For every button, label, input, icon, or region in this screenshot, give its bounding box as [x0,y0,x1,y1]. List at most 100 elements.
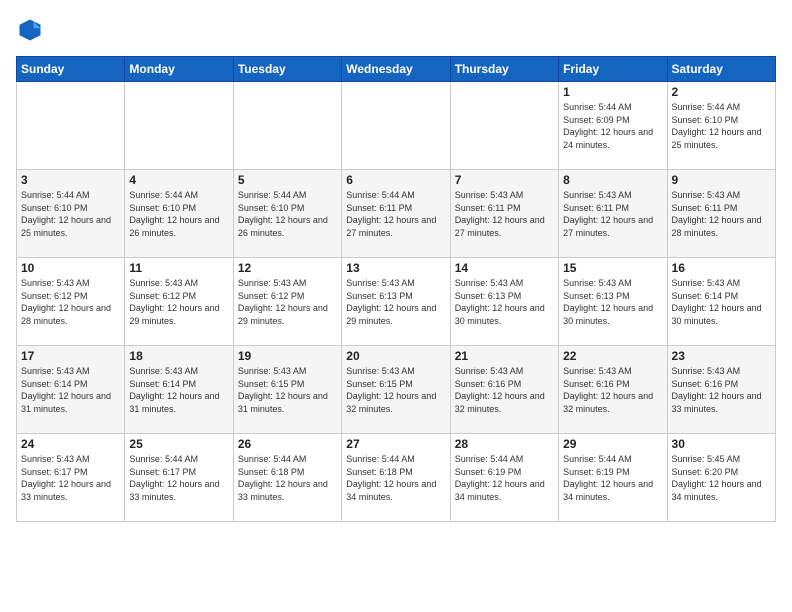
day-info: Sunrise: 5:43 AM Sunset: 6:15 PM Dayligh… [346,365,445,415]
calendar-cell [233,82,341,170]
calendar-cell: 26 Sunrise: 5:44 AM Sunset: 6:18 PM Dayli… [233,434,341,522]
day-header-wednesday: Wednesday [342,57,450,82]
calendar-cell: 23 Sunrise: 5:43 AM Sunset: 6:16 PM Dayli… [667,346,775,434]
day-number: 15 [563,261,662,275]
calendar-cell: 28 Sunrise: 5:44 AM Sunset: 6:19 PM Dayli… [450,434,558,522]
calendar-cell: 5 Sunrise: 5:44 AM Sunset: 6:10 PM Daylig… [233,170,341,258]
calendar-cell [125,82,233,170]
day-number: 1 [563,85,662,99]
calendar-header-row: SundayMondayTuesdayWednesdayThursdayFrid… [17,57,776,82]
day-info: Sunrise: 5:44 AM Sunset: 6:18 PM Dayligh… [346,453,445,503]
day-number: 4 [129,173,228,187]
day-info: Sunrise: 5:43 AM Sunset: 6:16 PM Dayligh… [455,365,554,415]
day-number: 22 [563,349,662,363]
calendar-week-5: 24 Sunrise: 5:43 AM Sunset: 6:17 PM Dayli… [17,434,776,522]
day-number: 20 [346,349,445,363]
day-number: 23 [672,349,771,363]
day-header-tuesday: Tuesday [233,57,341,82]
day-number: 8 [563,173,662,187]
day-header-friday: Friday [559,57,667,82]
calendar-cell: 11 Sunrise: 5:43 AM Sunset: 6:12 PM Dayli… [125,258,233,346]
calendar-cell [342,82,450,170]
calendar-cell: 30Sunrise: 5:45 AM Sunset: 6:20 PM Dayli… [667,434,775,522]
day-info: Sunrise: 5:44 AM Sunset: 6:10 PM Dayligh… [672,101,771,151]
day-number: 11 [129,261,228,275]
day-info: Sunrise: 5:43 AM Sunset: 6:13 PM Dayligh… [563,277,662,327]
day-number: 9 [672,173,771,187]
day-info: Sunrise: 5:44 AM Sunset: 6:19 PM Dayligh… [455,453,554,503]
day-info: Sunrise: 5:43 AM Sunset: 6:13 PM Dayligh… [455,277,554,327]
day-info: Sunrise: 5:44 AM Sunset: 6:19 PM Dayligh… [563,453,662,503]
day-number: 13 [346,261,445,275]
day-number: 30 [672,437,771,451]
calendar-table: SundayMondayTuesdayWednesdayThursdayFrid… [16,56,776,522]
day-number: 2 [672,85,771,99]
calendar-body: 1 Sunrise: 5:44 AM Sunset: 6:09 PM Daylig… [17,82,776,522]
day-info: Sunrise: 5:44 AM Sunset: 6:09 PM Dayligh… [563,101,662,151]
day-info: Sunrise: 5:43 AM Sunset: 6:17 PM Dayligh… [21,453,120,503]
day-number: 21 [455,349,554,363]
calendar-cell: 13 Sunrise: 5:43 AM Sunset: 6:13 PM Dayli… [342,258,450,346]
day-number: 26 [238,437,337,451]
calendar-cell: 24 Sunrise: 5:43 AM Sunset: 6:17 PM Dayli… [17,434,125,522]
day-info: Sunrise: 5:44 AM Sunset: 6:18 PM Dayligh… [238,453,337,503]
day-number: 25 [129,437,228,451]
calendar-cell: 6 Sunrise: 5:44 AM Sunset: 6:11 PM Daylig… [342,170,450,258]
day-number: 18 [129,349,228,363]
day-info: Sunrise: 5:43 AM Sunset: 6:12 PM Dayligh… [238,277,337,327]
day-number: 6 [346,173,445,187]
calendar-cell: 19Sunrise: 5:43 AM Sunset: 6:15 PM Dayli… [233,346,341,434]
day-info: Sunrise: 5:43 AM Sunset: 6:14 PM Dayligh… [672,277,771,327]
day-number: 27 [346,437,445,451]
calendar-cell: 14 Sunrise: 5:43 AM Sunset: 6:13 PM Dayli… [450,258,558,346]
calendar-cell: 2 Sunrise: 5:44 AM Sunset: 6:10 PM Daylig… [667,82,775,170]
day-info: Sunrise: 5:43 AM Sunset: 6:12 PM Dayligh… [129,277,228,327]
day-info: Sunrise: 5:44 AM Sunset: 6:10 PM Dayligh… [21,189,120,239]
calendar-week-1: 1 Sunrise: 5:44 AM Sunset: 6:09 PM Daylig… [17,82,776,170]
day-info: Sunrise: 5:44 AM Sunset: 6:10 PM Dayligh… [238,189,337,239]
day-info: Sunrise: 5:44 AM Sunset: 6:11 PM Dayligh… [346,189,445,239]
day-info: Sunrise: 5:43 AM Sunset: 6:13 PM Dayligh… [346,277,445,327]
day-number: 12 [238,261,337,275]
calendar-cell: 9 Sunrise: 5:43 AM Sunset: 6:11 PM Daylig… [667,170,775,258]
day-number: 29 [563,437,662,451]
calendar-cell: 12 Sunrise: 5:43 AM Sunset: 6:12 PM Dayli… [233,258,341,346]
day-header-monday: Monday [125,57,233,82]
day-number: 3 [21,173,120,187]
day-number: 5 [238,173,337,187]
day-number: 10 [21,261,120,275]
day-header-thursday: Thursday [450,57,558,82]
calendar-week-3: 10 Sunrise: 5:43 AM Sunset: 6:12 PM Dayli… [17,258,776,346]
calendar-cell [450,82,558,170]
calendar-cell: 10 Sunrise: 5:43 AM Sunset: 6:12 PM Dayli… [17,258,125,346]
calendar-cell: 3 Sunrise: 5:44 AM Sunset: 6:10 PM Daylig… [17,170,125,258]
day-number: 17 [21,349,120,363]
calendar-cell: 15 Sunrise: 5:43 AM Sunset: 6:13 PM Dayli… [559,258,667,346]
day-number: 14 [455,261,554,275]
day-info: Sunrise: 5:43 AM Sunset: 6:14 PM Dayligh… [21,365,120,415]
day-info: Sunrise: 5:43 AM Sunset: 6:11 PM Dayligh… [672,189,771,239]
calendar-cell: 20 Sunrise: 5:43 AM Sunset: 6:15 PM Dayli… [342,346,450,434]
day-info: Sunrise: 5:43 AM Sunset: 6:15 PM Dayligh… [238,365,337,415]
calendar-cell: 1 Sunrise: 5:44 AM Sunset: 6:09 PM Daylig… [559,82,667,170]
calendar-cell: 7Sunrise: 5:43 AM Sunset: 6:11 PM Daylig… [450,170,558,258]
day-info: Sunrise: 5:43 AM Sunset: 6:12 PM Dayligh… [21,277,120,327]
calendar-cell: 29 Sunrise: 5:44 AM Sunset: 6:19 PM Dayli… [559,434,667,522]
day-header-saturday: Saturday [667,57,775,82]
day-info: Sunrise: 5:44 AM Sunset: 6:17 PM Dayligh… [129,453,228,503]
day-number: 28 [455,437,554,451]
calendar-cell: 8Sunrise: 5:43 AM Sunset: 6:11 PM Daylig… [559,170,667,258]
day-header-sunday: Sunday [17,57,125,82]
calendar-week-4: 17 Sunrise: 5:43 AM Sunset: 6:14 PM Dayli… [17,346,776,434]
day-info: Sunrise: 5:43 AM Sunset: 6:14 PM Dayligh… [129,365,228,415]
calendar-cell: 16 Sunrise: 5:43 AM Sunset: 6:14 PM Dayli… [667,258,775,346]
calendar-cell: 25 Sunrise: 5:44 AM Sunset: 6:17 PM Dayli… [125,434,233,522]
calendar-cell [17,82,125,170]
day-info: Sunrise: 5:43 AM Sunset: 6:16 PM Dayligh… [672,365,771,415]
day-number: 16 [672,261,771,275]
calendar-cell: 4Sunrise: 5:44 AM Sunset: 6:10 PM Daylig… [125,170,233,258]
day-info: Sunrise: 5:43 AM Sunset: 6:11 PM Dayligh… [455,189,554,239]
day-number: 24 [21,437,120,451]
calendar-week-2: 3 Sunrise: 5:44 AM Sunset: 6:10 PM Daylig… [17,170,776,258]
calendar-cell: 18 Sunrise: 5:43 AM Sunset: 6:14 PM Dayli… [125,346,233,434]
